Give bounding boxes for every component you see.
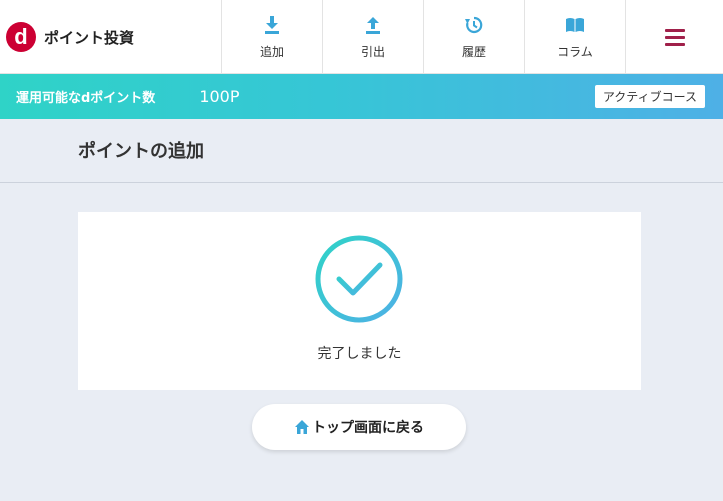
nav-history[interactable]: 履歴 xyxy=(424,0,525,74)
nav-column-label: コラム xyxy=(557,44,593,59)
points-value: 100P xyxy=(199,87,240,106)
nav-withdraw-label: 引出 xyxy=(360,44,385,59)
history-icon xyxy=(465,16,483,33)
d-logo-icon: d xyxy=(6,22,36,52)
section-header: ポイントの追加 xyxy=(0,119,723,183)
home-icon xyxy=(295,420,309,434)
brand-title: ポイント投資 xyxy=(44,28,135,47)
points-label: 運用可能なdポイント数 xyxy=(16,91,156,106)
back-to-top-button[interactable]: トップ画面に戻る xyxy=(252,404,466,450)
upload-icon xyxy=(366,16,380,34)
page-title: ポイントの追加 xyxy=(78,141,204,162)
nav-column[interactable]: コラム xyxy=(525,0,626,74)
back-to-top-label: トップ画面に戻る xyxy=(312,420,424,436)
hamburger-menu-icon xyxy=(664,25,685,50)
book-icon xyxy=(566,17,584,32)
nav-add[interactable]: 追加 xyxy=(222,0,323,74)
points-bar: 運用可能なdポイント数 100P アクティブコース xyxy=(0,74,723,119)
nav-add-label: 追加 xyxy=(259,44,284,59)
result-card: 完了しました xyxy=(78,212,641,390)
check-circle-icon xyxy=(315,235,403,323)
course-badge[interactable]: アクティブコース xyxy=(594,85,705,108)
brand[interactable]: d ポイント投資 xyxy=(0,0,222,74)
completion-message: 完了しました xyxy=(317,346,402,362)
nav-history-label: 履歴 xyxy=(461,44,486,59)
nav-withdraw[interactable]: 引出 xyxy=(323,0,424,74)
download-icon xyxy=(265,15,279,34)
app-header: d ポイント投資 追加 引出 履歴 コラム xyxy=(0,0,723,74)
hamburger-menu-button[interactable] xyxy=(626,0,723,74)
